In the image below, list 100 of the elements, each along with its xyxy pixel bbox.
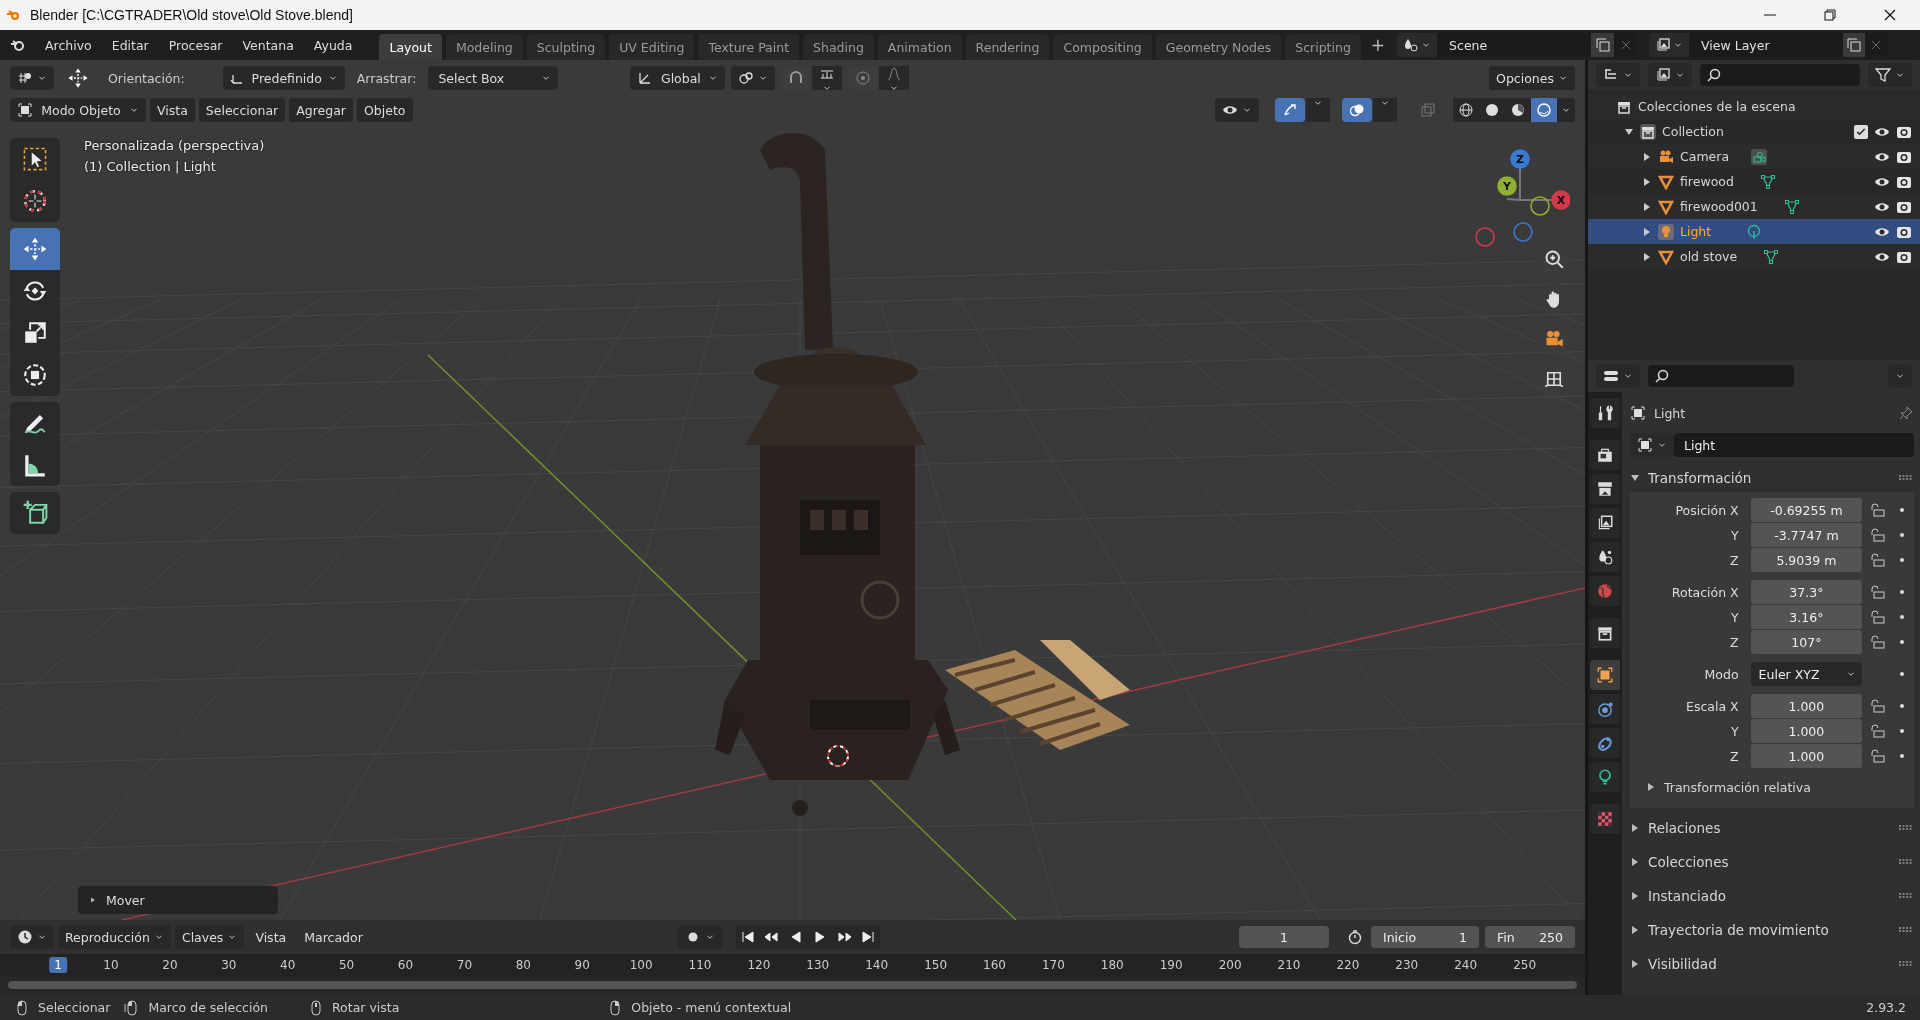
workspace-tab[interactable]: UV Editing	[609, 34, 695, 60]
timeline-menu[interactable]: Vista	[248, 925, 294, 949]
workspace-tab[interactable]: Layout	[379, 34, 442, 60]
workspace-tab[interactable]: Compositing	[1053, 34, 1152, 60]
frame-number: 80	[514, 957, 532, 973]
viewport-menu[interactable]: Objeto	[357, 98, 413, 122]
current-frame-field[interactable]: 1	[1239, 926, 1329, 948]
field-label: Posición X	[1674, 502, 1740, 518]
frame-number: 160	[982, 957, 1007, 973]
tree-item[interactable]: Colecciones de la escena	[1638, 99, 1796, 114]
object-name: firewood001	[1680, 199, 1758, 214]
frame-number: 110	[687, 957, 713, 973]
number-field[interactable]: 107°	[1750, 630, 1863, 654]
frame-number: 240	[1453, 957, 1479, 973]
transform-orientation-dropdown[interactable]: Global	[630, 66, 726, 90]
workspace-tab[interactable]: Modeling	[445, 34, 523, 60]
frame-number: 20	[161, 957, 179, 973]
outliner-row[interactable]: firewood	[1588, 169, 1920, 194]
number-field[interactable]: 1.000	[1750, 744, 1863, 768]
frame-number: 70	[455, 957, 474, 973]
menu-item[interactable]: Editar	[102, 34, 158, 56]
field-label: Escala X	[1685, 698, 1740, 714]
workspace-tab[interactable]: Scripting	[1285, 34, 1361, 60]
z-axis-handle[interactable]: Z	[1510, 149, 1530, 169]
menu-item[interactable]: Ayuda	[304, 34, 362, 56]
frame-number: 40	[279, 957, 297, 973]
number-field[interactable]: 3.16°	[1750, 605, 1863, 629]
object-name: Camera	[1680, 149, 1730, 164]
workspace-tab[interactable]: Sculpting	[526, 34, 606, 60]
object-name: Light	[1654, 405, 1687, 421]
mode-dropdown[interactable]: Euler XYZ	[1750, 662, 1863, 686]
y-axis-handle[interactable]: Y	[1497, 176, 1517, 196]
workspace-tab[interactable]: Shading	[803, 34, 874, 60]
number-field[interactable]: 1.000	[1750, 694, 1863, 718]
mode-dropdown[interactable]: Modo Objeto	[10, 98, 146, 122]
field-label: Y	[1730, 723, 1740, 739]
number-field[interactable]: 37.3°	[1750, 580, 1863, 604]
menu-item[interactable]: Procesar	[159, 34, 232, 56]
field-label: Rotación X	[1670, 584, 1740, 600]
orientation-dropdown[interactable]: Predefinido	[222, 66, 345, 90]
options-dropdown[interactable]: Opciones	[1489, 66, 1575, 90]
subpanel-header[interactable]: Transformación relativa	[1630, 776, 1914, 798]
workspace-tab[interactable]: Texture Paint	[698, 34, 800, 60]
object-name: old stove	[1680, 249, 1738, 264]
frame-number: 220	[1335, 957, 1361, 973]
field-label: Y	[1730, 527, 1740, 543]
number-field[interactable]: -0.69255 m	[1750, 498, 1863, 522]
viewport-menu[interactable]: Seleccionar	[198, 98, 286, 122]
frame-number: 130	[805, 957, 831, 973]
timeline-menu[interactable]: Reproducción	[58, 925, 171, 949]
view-layer-selector[interactable]: View Layer	[1649, 33, 1888, 57]
number-field[interactable]: 1.000	[1750, 719, 1863, 743]
orientation-label: Orientación:	[107, 70, 186, 86]
status-hint: Objeto - menú contextual	[631, 1000, 792, 1015]
field-label: Modo	[1703, 666, 1740, 682]
workspace-tab[interactable]: Rendering	[965, 34, 1050, 60]
viewport-menu[interactable]: Agregar	[289, 98, 353, 122]
drag-dropdown[interactable]: Select Box	[428, 66, 559, 90]
view-name: Personalizada (perspectiva)	[84, 138, 265, 153]
view-info: (1) Collection | Light	[84, 159, 217, 174]
frame-number: 100	[628, 957, 654, 973]
tree-item[interactable]: Collection	[1662, 124, 1724, 139]
drag-label: Arrastrar:	[355, 70, 418, 86]
frame-number: 190	[1158, 957, 1184, 973]
menu-item[interactable]: Archivo	[36, 34, 101, 56]
status-hint: Rotar vista	[331, 1000, 400, 1015]
timeline-menu[interactable]: Marcador	[297, 925, 370, 949]
operator-panel[interactable]: Mover	[78, 886, 278, 914]
end-frame-field[interactable]: Fin 250	[1485, 926, 1575, 948]
frame-number: 50	[337, 957, 356, 973]
outliner-row[interactable]: Light	[1588, 219, 1920, 244]
start-frame-field[interactable]: Inicio 1	[1371, 926, 1479, 948]
workspace-tab[interactable]: Animation	[877, 34, 962, 60]
frame-number: 120	[746, 957, 772, 973]
field-label: Y	[1730, 609, 1740, 625]
number-field[interactable]: 5.9039 m	[1750, 548, 1863, 572]
object-name: firewood	[1680, 174, 1734, 189]
version-label: 2.93.2	[1866, 1000, 1906, 1015]
window-title: Blender [C:\CGTRADER\Old stove\Old Stove.blend]	[30, 7, 354, 23]
frame-number: 150	[923, 957, 949, 973]
frame-number: 170	[1040, 957, 1066, 973]
status-hint: Marco de selección	[148, 1000, 268, 1015]
field-label: Z	[1729, 552, 1740, 568]
number-field[interactable]: -3.7747 m	[1750, 523, 1863, 547]
workspace-tab[interactable]: Geometry Nodes	[1155, 34, 1282, 60]
viewport-menu[interactable]: Vista	[150, 98, 195, 122]
frame-number: 200	[1217, 957, 1243, 973]
menu-item[interactable]: Ventana	[233, 34, 303, 56]
x-axis-handle[interactable]: X	[1551, 190, 1570, 210]
frame-number: 1	[49, 957, 67, 973]
frame-number: 140	[864, 957, 890, 973]
scene-selector[interactable]: Scene	[1397, 33, 1638, 57]
object-name: Light	[1680, 224, 1713, 239]
frame-number: 60	[396, 957, 415, 973]
timeline-menu[interactable]: Claves	[174, 925, 245, 949]
frame-number: 10	[102, 957, 120, 973]
name-field[interactable]: Light	[1674, 433, 1914, 457]
add-workspace-button[interactable]: +	[1364, 35, 1392, 55]
frame-number: 90	[573, 957, 591, 973]
frame-number: 30	[220, 957, 238, 973]
